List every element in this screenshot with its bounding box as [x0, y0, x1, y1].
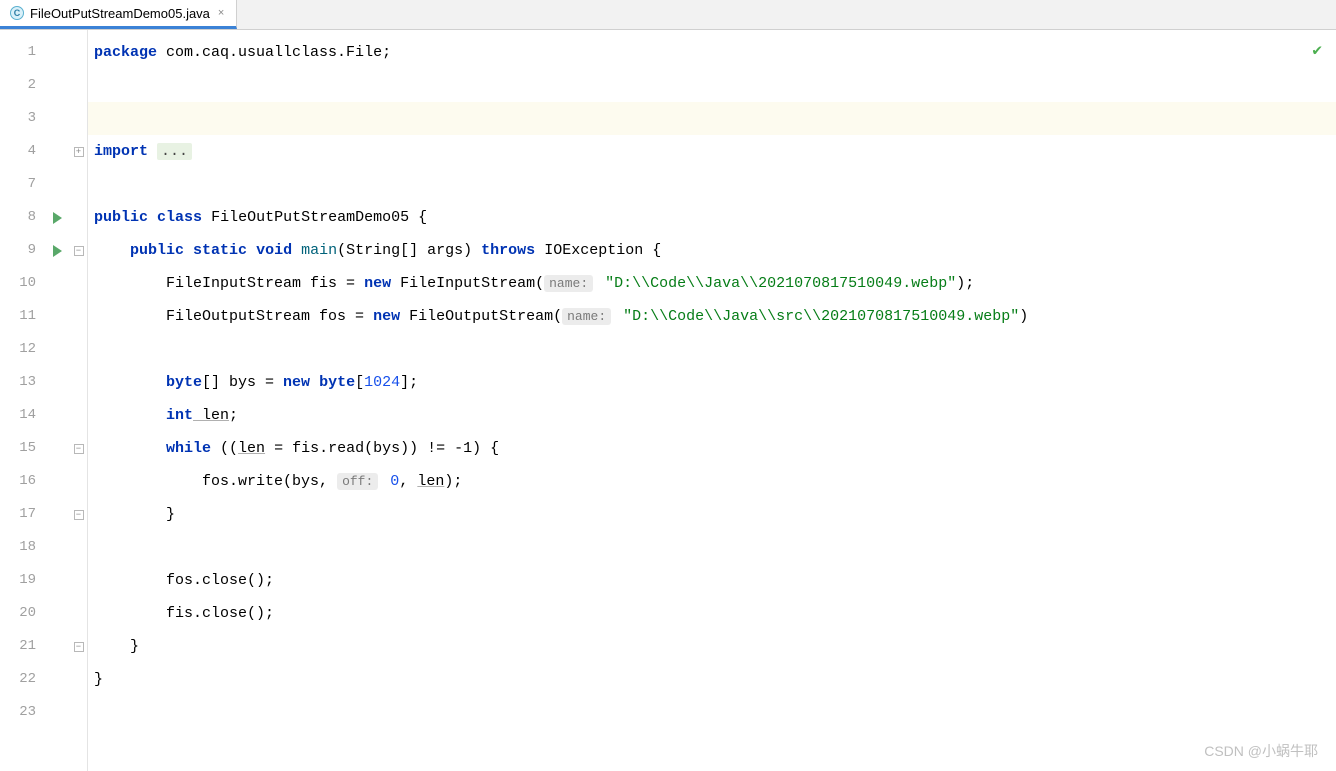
watermark: CSDN @小蜗牛耶 [1204, 741, 1318, 761]
code-line[interactable]: public class FileOutPutStreamDemo05 { [88, 201, 1336, 234]
code-line[interactable]: package com.caq.usuallclass.File; [88, 36, 1336, 69]
line-number: 22 [0, 663, 44, 696]
code-line[interactable]: FileInputStream fis = new FileInputStrea… [88, 267, 1336, 300]
code-line[interactable]: fis.close(); [88, 597, 1336, 630]
code-line-caret[interactable] [88, 102, 1336, 135]
line-number: 8 [0, 201, 44, 234]
run-gutter [44, 30, 70, 771]
param-hint: off: [337, 473, 378, 490]
param-hint: name: [562, 308, 611, 325]
code-line[interactable] [88, 69, 1336, 102]
fold-collapse-icon[interactable]: − [74, 246, 84, 256]
line-number: 10 [0, 267, 44, 300]
line-number: 14 [0, 399, 44, 432]
folded-region[interactable]: ... [157, 143, 192, 160]
code-line[interactable] [88, 531, 1336, 564]
code-line[interactable]: FileOutputStream fos = new FileOutputStr… [88, 300, 1336, 333]
code-area[interactable]: ✔ package com.caq.usuallclass.File; impo… [88, 30, 1336, 771]
code-line[interactable]: } [88, 663, 1336, 696]
editor[interactable]: 1 2 3 4 7 8 9 10 11 12 13 14 15 16 17 18… [0, 30, 1336, 771]
line-number: 20 [0, 597, 44, 630]
line-number: 3 [0, 102, 44, 135]
code-line[interactable] [88, 168, 1336, 201]
line-number: 12 [0, 333, 44, 366]
tab-filename: FileOutPutStreamDemo05.java [30, 6, 210, 21]
line-number: 11 [0, 300, 44, 333]
line-number: 15 [0, 432, 44, 465]
line-number: 2 [0, 69, 44, 102]
line-number: 21 [0, 630, 44, 663]
run-icon[interactable] [53, 245, 62, 257]
code-line[interactable]: } [88, 498, 1336, 531]
line-number: 13 [0, 366, 44, 399]
code-line[interactable]: byte[] bys = new byte[1024]; [88, 366, 1336, 399]
fold-gutter: + − − − − [70, 30, 88, 771]
line-number: 18 [0, 531, 44, 564]
param-hint: name: [544, 275, 593, 292]
line-number-gutter: 1 2 3 4 7 8 9 10 11 12 13 14 15 16 17 18… [0, 30, 44, 771]
line-number: 7 [0, 168, 44, 201]
code-line[interactable]: fos.write(bys, off: 0, len); [88, 465, 1336, 498]
code-line[interactable]: } [88, 630, 1336, 663]
code-line[interactable]: import ... [88, 135, 1336, 168]
code-line[interactable] [88, 333, 1336, 366]
fold-expand-icon[interactable]: + [74, 147, 84, 157]
line-number: 4 [0, 135, 44, 168]
tab-bar: C FileOutPutStreamDemo05.java × [0, 0, 1336, 30]
fold-collapse-icon[interactable]: − [74, 444, 84, 454]
close-icon[interactable]: × [216, 7, 226, 19]
line-number: 17 [0, 498, 44, 531]
line-number: 23 [0, 696, 44, 729]
code-line[interactable]: public static void main(String[] args) t… [88, 234, 1336, 267]
fold-collapse-icon[interactable]: − [74, 510, 84, 520]
run-icon[interactable] [53, 212, 62, 224]
line-number: 9 [0, 234, 44, 267]
java-class-icon: C [10, 6, 24, 20]
code-line[interactable]: while ((len = fis.read(bys)) != -1) { [88, 432, 1336, 465]
line-number: 19 [0, 564, 44, 597]
code-line[interactable] [88, 696, 1336, 729]
line-number: 1 [0, 36, 44, 69]
fold-collapse-icon[interactable]: − [74, 642, 84, 652]
line-number: 16 [0, 465, 44, 498]
tab-file[interactable]: C FileOutPutStreamDemo05.java × [0, 0, 237, 29]
code-line[interactable]: fos.close(); [88, 564, 1336, 597]
code-line[interactable]: int len; [88, 399, 1336, 432]
